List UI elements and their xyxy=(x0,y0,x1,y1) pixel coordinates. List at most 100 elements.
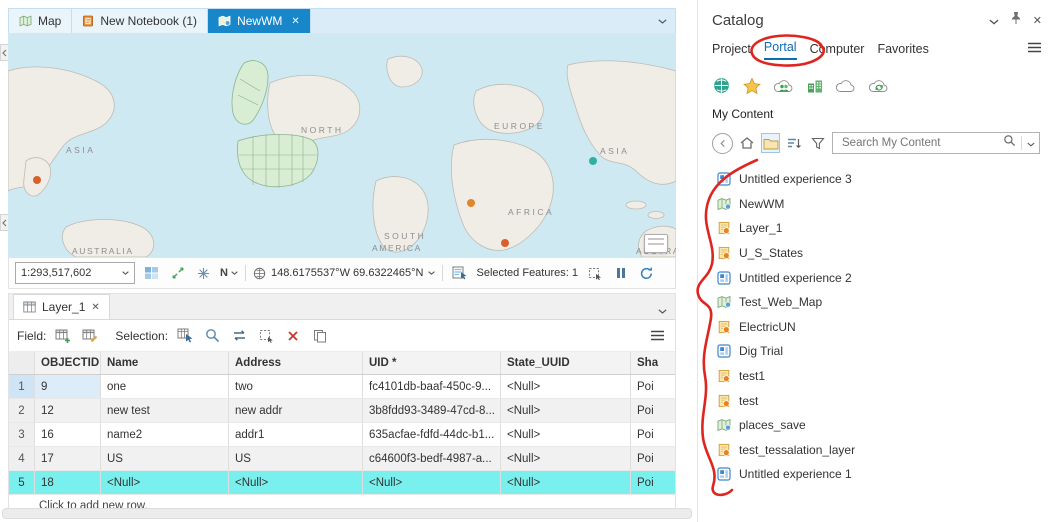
add-field-icon[interactable] xyxy=(53,326,73,346)
map-canvas[interactable]: ASIA NORTH EUROPE ASIA AFRICA SOUTH AMER… xyxy=(8,33,676,257)
north-arrow-control[interactable]: N xyxy=(220,267,238,279)
home-icon[interactable] xyxy=(738,133,756,153)
my-favorites-icon[interactable] xyxy=(742,77,762,95)
table-cell[interactable]: 12 xyxy=(35,399,101,422)
tab-computer[interactable]: Computer xyxy=(810,42,865,60)
swap-view-icon[interactable] xyxy=(168,264,187,283)
table-cell[interactable]: new addr xyxy=(229,399,363,422)
sort-icon[interactable] xyxy=(785,133,803,153)
tab-new-notebook[interactable]: New Notebook (1) xyxy=(72,9,209,33)
row-number[interactable]: 5 xyxy=(9,471,35,494)
table-cell[interactable]: <Null> xyxy=(501,447,631,470)
table-cell[interactable]: US xyxy=(229,447,363,470)
column-header[interactable]: Name xyxy=(101,352,229,374)
list-item[interactable]: Untitled experience 1 xyxy=(717,462,1052,487)
living-atlas-icon[interactable] xyxy=(868,78,890,95)
table-cell[interactable]: name2 xyxy=(101,423,229,446)
list-item[interactable]: test1 xyxy=(717,364,1052,389)
horizontal-scrollbar[interactable] xyxy=(2,508,692,519)
tab-layer-1[interactable]: Layer_1 ✕ xyxy=(13,294,110,319)
table-cell[interactable]: two xyxy=(229,375,363,398)
list-item[interactable]: Untitled experience 2 xyxy=(717,265,1052,290)
column-header[interactable]: Sha xyxy=(631,352,675,374)
coordinate-readout[interactable]: 148.6175537°W 69.6322465°N xyxy=(253,267,436,280)
table-cell[interactable]: Poi xyxy=(631,399,675,422)
clear-selection-icon[interactable] xyxy=(256,326,276,346)
column-header[interactable]: State_UUID xyxy=(501,352,631,374)
calculate-field-icon[interactable] xyxy=(80,326,100,346)
scale-dropdown[interactable]: 1:293,517,602 xyxy=(15,262,135,284)
table-cell[interactable]: <Null> xyxy=(501,471,631,494)
table-cell[interactable]: c64600f3-bedf-4987-a... xyxy=(363,447,501,470)
table-cell[interactable]: new test xyxy=(101,399,229,422)
back-button[interactable] xyxy=(712,132,733,154)
close-pane-icon[interactable]: ✕ xyxy=(1033,14,1042,27)
my-groups-icon[interactable] xyxy=(773,78,795,95)
table-menu-icon[interactable] xyxy=(647,326,667,346)
tab-newwm[interactable]: NewWM ✕ xyxy=(208,9,311,33)
grid-layout-icon[interactable] xyxy=(142,264,161,283)
table-cell[interactable]: addr1 xyxy=(229,423,363,446)
list-item[interactable]: Untitled experience 3 xyxy=(717,167,1052,192)
list-item[interactable]: test xyxy=(717,388,1052,413)
switch-selection-icon[interactable] xyxy=(229,326,249,346)
table-cell[interactable]: 16 xyxy=(35,423,101,446)
row-number[interactable]: 3 xyxy=(9,423,35,446)
refresh-icon[interactable] xyxy=(637,264,656,283)
search-icon[interactable] xyxy=(1003,134,1016,152)
map-tip-button[interactable] xyxy=(644,234,668,253)
selected-features-count[interactable]: Selected Features: 1 xyxy=(476,267,578,279)
table-cell[interactable]: Poi xyxy=(631,375,675,398)
copy-rows-icon[interactable] xyxy=(310,326,330,346)
selection-box-icon[interactable] xyxy=(585,264,604,283)
table-cell[interactable]: Poi xyxy=(631,423,675,446)
table-cell[interactable]: Poi xyxy=(631,447,675,470)
table-cell[interactable]: US xyxy=(101,447,229,470)
close-icon[interactable]: ✕ xyxy=(291,16,299,27)
catalog-menu-icon[interactable] xyxy=(1027,42,1042,60)
table-cell[interactable]: <Null> xyxy=(501,375,631,398)
column-header[interactable]: Address xyxy=(229,352,363,374)
tab-favorites[interactable]: Favorites xyxy=(877,42,928,60)
row-number[interactable]: 2 xyxy=(9,399,35,422)
tab-project[interactable]: Project xyxy=(712,42,751,60)
select-by-attributes-icon[interactable] xyxy=(175,326,195,346)
list-item[interactable]: Dig Trial xyxy=(717,339,1052,364)
filter-icon[interactable] xyxy=(809,133,827,153)
table-cell[interactable]: one xyxy=(101,375,229,398)
table-cell[interactable]: Poi xyxy=(631,471,675,494)
folders-view-icon[interactable] xyxy=(761,133,781,153)
close-icon[interactable]: ✕ xyxy=(91,302,99,313)
list-item[interactable]: ElectricUN xyxy=(717,315,1052,340)
snap-icon[interactable] xyxy=(194,264,213,283)
tab-portal[interactable]: Portal xyxy=(763,40,797,60)
row-number[interactable]: 1 xyxy=(9,375,35,398)
my-content-icon[interactable] xyxy=(712,76,731,95)
search-options-chevron[interactable] xyxy=(1027,134,1035,152)
table-cell[interactable]: 9 xyxy=(35,375,101,398)
list-item[interactable]: NewWM xyxy=(717,192,1052,217)
table-cell[interactable]: <Null> xyxy=(501,399,631,422)
table-row[interactable]: 1 9 one two fc4101db-baaf-450c-9... <Nul… xyxy=(9,375,675,399)
pause-drawing-icon[interactable] xyxy=(611,264,630,283)
table-row-selected[interactable]: 5 18 <Null> <Null> <Null> <Null> Poi xyxy=(9,471,675,495)
zoom-to-selection-icon[interactable] xyxy=(202,326,222,346)
table-cell[interactable]: <Null> xyxy=(501,423,631,446)
auto-hide-pin-icon[interactable] xyxy=(1010,11,1022,30)
table-pane-chevron[interactable] xyxy=(650,309,675,319)
pane-menu-chevron[interactable] xyxy=(989,12,999,30)
table-cell[interactable]: <Null> xyxy=(229,471,363,494)
list-item[interactable]: Layer_1 xyxy=(717,216,1052,241)
row-number[interactable]: 4 xyxy=(9,447,35,470)
list-item[interactable]: test_tessalation_layer xyxy=(717,438,1052,463)
table-cell[interactable]: 635acfae-fdfd-44dc-b1... xyxy=(363,423,501,446)
table-cell[interactable]: 3b8fdd93-3489-47cd-8... xyxy=(363,399,501,422)
table-cell[interactable]: fc4101db-baaf-450c-9... xyxy=(363,375,501,398)
table-row[interactable]: 4 17 US US c64600f3-bedf-4987-a... <Null… xyxy=(9,447,675,471)
view-options-chevron[interactable] xyxy=(650,9,675,33)
table-cell[interactable]: <Null> xyxy=(101,471,229,494)
table-row[interactable]: 3 16 name2 addr1 635acfae-fdfd-44dc-b1..… xyxy=(9,423,675,447)
list-item[interactable]: places_save xyxy=(717,413,1052,438)
tab-map[interactable]: Map xyxy=(9,9,73,33)
list-item[interactable]: Test_Web_Map xyxy=(717,290,1052,315)
